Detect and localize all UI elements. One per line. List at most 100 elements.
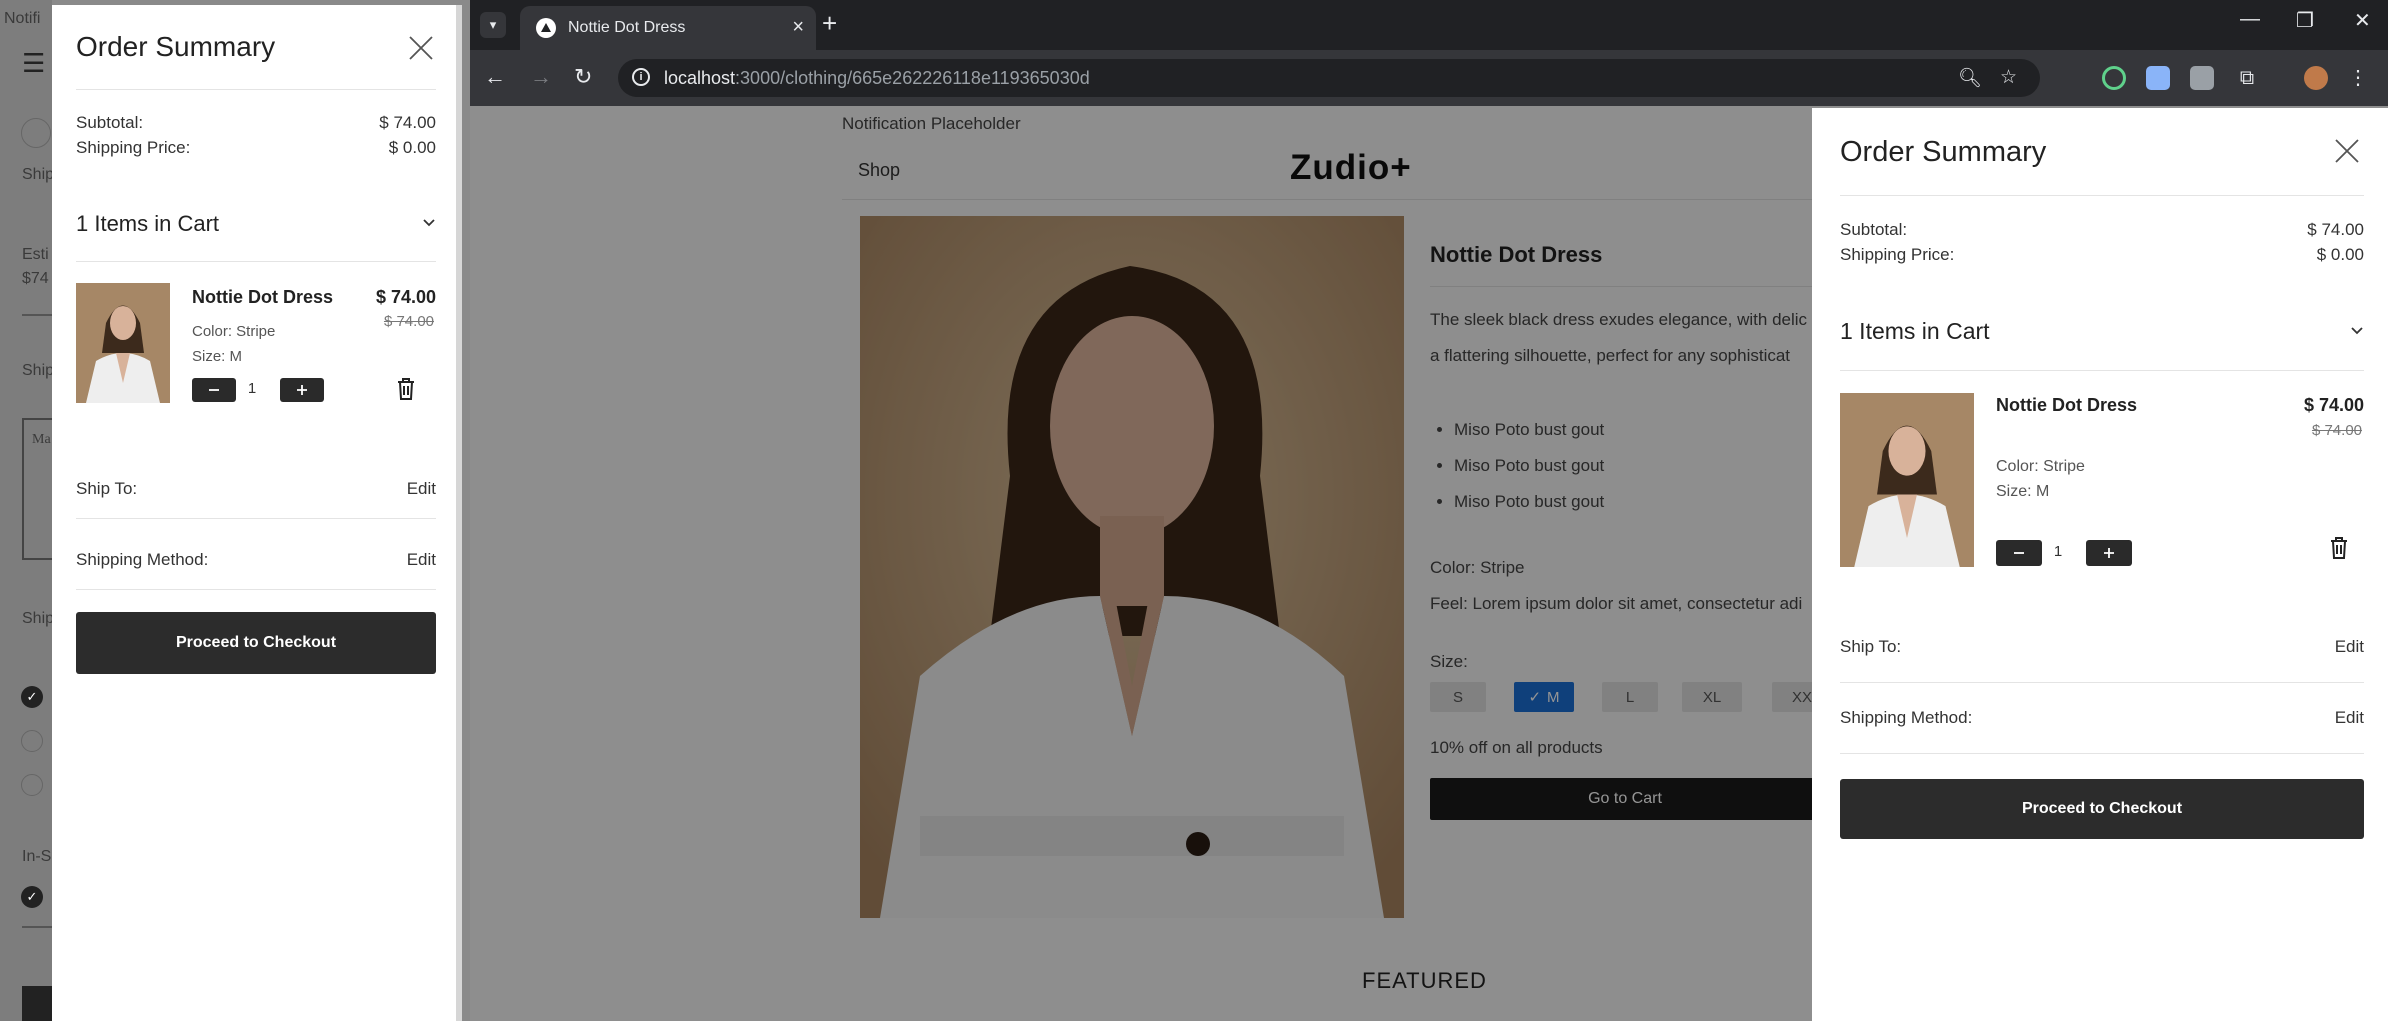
divider (1840, 195, 2364, 196)
quantity-value: 1 (247, 380, 257, 397)
proceed-to-checkout-button[interactable]: Proceed to Checkout (76, 612, 436, 674)
increase-quantity-button[interactable] (2086, 540, 2132, 566)
product-size: Size: M (192, 348, 243, 365)
hamburger-icon[interactable]: ☰ (22, 48, 45, 79)
tab-nottie-dot-dress[interactable]: Nottie Dot Dress × (520, 6, 816, 50)
shipping-price-row: Shipping Price: $ 0.00 (76, 138, 436, 158)
tab-bar: ▾ Nottie Dot Dress × + — ❐ ✕ (470, 0, 2388, 50)
shipping-price-label: Shipping Price: (76, 138, 191, 157)
bg-text: Ship (22, 362, 55, 379)
product-color: Color: Stripe (192, 323, 276, 340)
divider (76, 89, 436, 90)
divider (76, 261, 436, 262)
shipping-price-value: $ 0.00 (2316, 245, 2364, 264)
order-summary-title: Order Summary (76, 31, 276, 62)
decrease-quantity-button[interactable] (1996, 540, 2042, 566)
extension-icon[interactable] (2190, 66, 2214, 90)
reload-icon[interactable]: ↻ (574, 64, 592, 90)
address-bar[interactable]: i localhost:3000/clothing/665e262226118e… (618, 59, 2040, 97)
shipping-price-row: Shipping Price: $ 0.00 (1840, 245, 2364, 265)
proceed-to-checkout-button[interactable]: Proceed to Checkout (1840, 779, 2364, 839)
close-icon[interactable] (2334, 138, 2360, 169)
close-icon[interactable] (408, 35, 434, 66)
chevron-down-icon (2350, 323, 2364, 341)
extensions-puzzle-icon[interactable]: ⧉ (2235, 66, 2259, 90)
radio-icon (21, 774, 43, 796)
bg-text: Ship (22, 610, 55, 627)
bookmark-star-icon[interactable]: ☆ (2000, 66, 2017, 89)
product-name: Nottie Dot Dress (192, 287, 334, 307)
product-name: Nottie Dot Dress (1996, 395, 2138, 415)
ship-to-edit-link[interactable]: Edit (372, 479, 436, 499)
shipping-method-label: Shipping Method: (1840, 708, 1973, 727)
shipping-method-edit-link[interactable]: Edit (372, 550, 436, 570)
items-in-cart-toggle[interactable]: 1 Items in Cart (1840, 318, 2364, 345)
divider (1840, 682, 2364, 683)
items-in-cart-label: 1 Items in Cart (1840, 318, 1990, 344)
browser-toolbar: ← → ↻ i localhost:3000/clothing/665e2622… (470, 50, 2388, 106)
zoom-icon[interactable]: 🔍︎ (1958, 66, 1982, 90)
divider (76, 518, 436, 519)
trash-icon[interactable] (396, 377, 416, 406)
order-summary-panel-left: Order Summary Subtotal: $ 74.00 Shipping… (52, 5, 462, 1021)
product-old-price: $ 74.00 (383, 313, 434, 330)
divider (1840, 753, 2364, 754)
chevron-down-icon (422, 215, 436, 233)
bg-text: $74 (22, 270, 49, 287)
extension-icon[interactable] (2102, 66, 2126, 90)
quantity-value: 1 (2053, 543, 2063, 560)
minus-icon (2014, 552, 2024, 554)
plus-icon (2104, 548, 2114, 558)
ship-to-edit-link[interactable]: Edit (2292, 637, 2364, 657)
shipping-price-value: $ 0.00 (388, 138, 436, 157)
url-path: :3000/clothing/665e262226118e119365030d (735, 68, 1090, 88)
order-summary-title: Order Summary (1840, 136, 2047, 168)
new-tab-icon[interactable]: + (822, 8, 837, 39)
decrease-quantity-button[interactable] (192, 378, 236, 402)
shipping-price-label: Shipping Price: (1840, 245, 1955, 264)
url-host: localhost (664, 68, 736, 88)
forward-icon[interactable]: → (530, 64, 552, 90)
back-icon[interactable]: ← (484, 64, 506, 90)
subtotal-label: Subtotal: (1840, 220, 1908, 239)
profile-avatar[interactable] (2304, 66, 2328, 90)
minimize-icon[interactable]: — (2240, 8, 2260, 31)
subtotal-row: Subtotal: $ 74.00 (76, 113, 436, 133)
product-thumbnail (76, 283, 170, 403)
url-text: localhost:3000/clothing/665e262226118e11… (664, 68, 1090, 89)
subtotal-value: $ 74.00 (2307, 220, 2364, 239)
bg-text: Notifi (4, 10, 41, 27)
menu-kebab-icon[interactable]: ⋮ (2346, 66, 2370, 90)
minus-icon (209, 389, 219, 391)
shipping-method-label: Shipping Method: (76, 550, 209, 569)
trash-icon[interactable] (2329, 536, 2349, 565)
tab-close-icon[interactable]: × (792, 16, 804, 39)
divider (1840, 370, 2364, 371)
tab-title: Nottie Dot Dress (568, 19, 686, 36)
restore-icon[interactable]: ❐ (2296, 8, 2314, 33)
ship-to-label: Ship To: (1840, 637, 1902, 656)
product-price: $ 74.00 (2303, 395, 2364, 415)
divider (76, 589, 436, 590)
plus-icon (297, 385, 307, 395)
check-icon: ✓ (21, 686, 43, 708)
items-in-cart-label: 1 Items in Cart (76, 211, 220, 236)
increase-quantity-button[interactable] (280, 378, 324, 402)
product-size: Size: M (1996, 483, 2050, 500)
extension-icon[interactable] (2146, 66, 2170, 90)
product-price: $ 74.00 (375, 287, 436, 307)
site-info-icon[interactable]: i (632, 68, 650, 86)
ship-to-label: Ship To: (76, 479, 138, 498)
bg-text: Ship (22, 166, 55, 183)
bg-circle-icon (21, 118, 51, 148)
close-window-icon[interactable]: ✕ (2354, 8, 2371, 33)
items-in-cart-toggle[interactable]: 1 Items in Cart (76, 211, 436, 237)
product-color: Color: Stripe (1996, 458, 2085, 475)
tab-search-icon[interactable]: ▾ (480, 12, 506, 38)
favicon-icon (536, 18, 556, 38)
shipping-method-edit-link[interactable]: Edit (2292, 708, 2364, 728)
subtotal-row: Subtotal: $ 74.00 (1840, 220, 2364, 240)
order-summary-drawer: Order Summary Subtotal: $ 74.00 Shipping… (1812, 108, 2388, 1021)
check-icon: ✓ (21, 886, 43, 908)
bg-text: Esti (22, 246, 49, 263)
